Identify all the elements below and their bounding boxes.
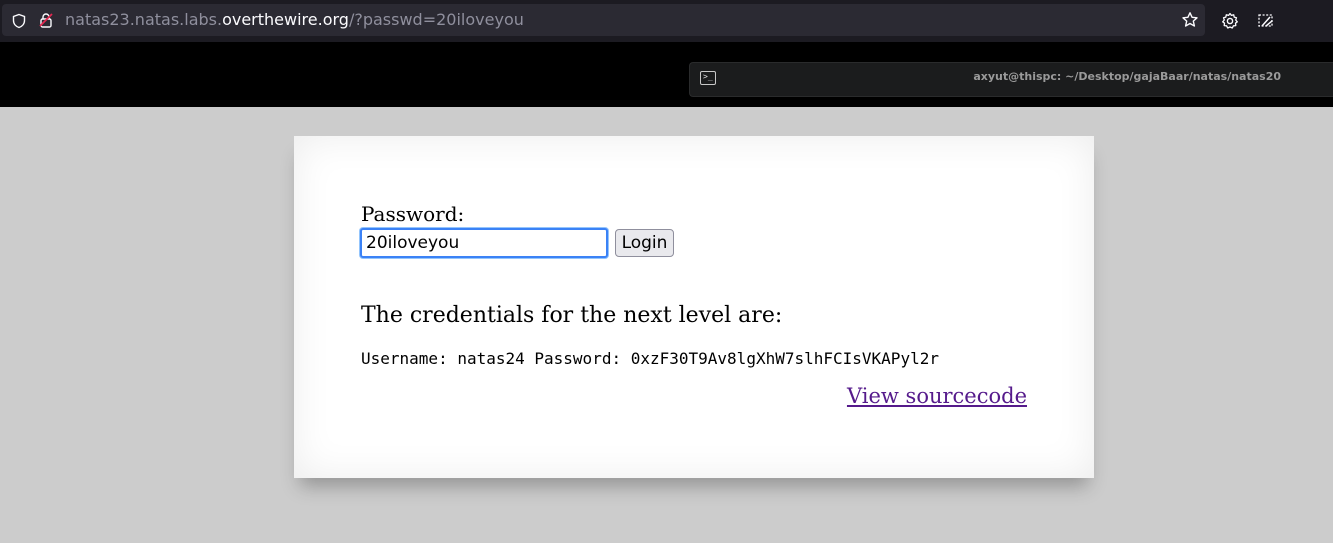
settings-gear-icon[interactable] — [1221, 12, 1239, 30]
url-text[interactable]: natas23.natas.labs.overthewire.org/?pass… — [65, 11, 524, 29]
address-bar[interactable]: natas23.natas.labs.overthewire.org/?pass… — [2, 4, 1205, 36]
password-label: Password: — [361, 202, 465, 226]
url-suffix: /?passwd=20iloveyou — [348, 10, 524, 29]
insecure-lock-icon[interactable] — [38, 12, 54, 28]
url-prefix: natas23.natas.labs. — [65, 10, 223, 29]
password-input[interactable] — [360, 228, 608, 258]
login-button[interactable]: Login — [615, 229, 674, 257]
credentials-text: Username: natas24 Password: 0xzF30T9Av8l… — [361, 349, 939, 368]
credentials-heading: The credentials for the next level are: — [361, 303, 783, 328]
terminal-taskbar-item[interactable]: >_ axyut@thispc: ~/Desktop/gajaBaar/nata… — [689, 62, 1333, 97]
screenshot-extension-icon[interactable] — [1257, 12, 1275, 30]
url-domain: overthewire.org — [222, 10, 349, 29]
view-sourcecode-link[interactable]: View sourcecode — [847, 384, 1027, 408]
tracking-protection-shield-icon[interactable] — [11, 13, 27, 29]
terminal-icon: >_ — [700, 71, 716, 85]
desktop-panel: >_ axyut@thispc: ~/Desktop/gajaBaar/nata… — [0, 42, 1333, 107]
bookmark-star-icon[interactable] — [1181, 11, 1199, 29]
terminal-glyph: >_ — [703, 72, 713, 81]
browser-toolbar: natas23.natas.labs.overthewire.org/?pass… — [0, 0, 1333, 42]
terminal-window-title: axyut@thispc: ~/Desktop/gajaBaar/natas/n… — [973, 70, 1281, 83]
content-panel: Password: Login The credentials for the … — [294, 136, 1094, 478]
